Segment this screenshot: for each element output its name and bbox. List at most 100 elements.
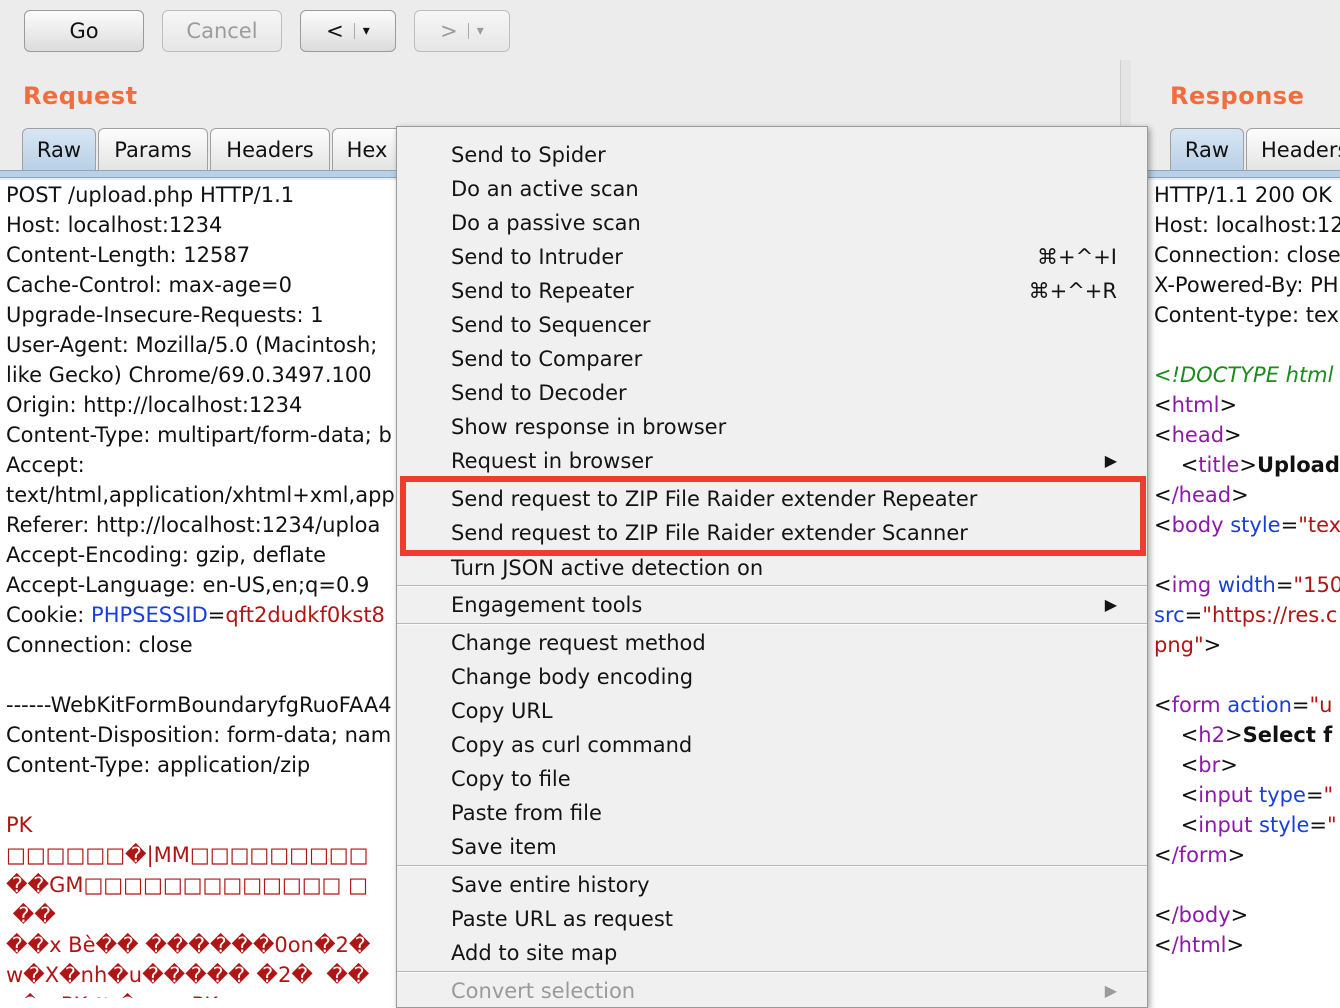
binary-line: � PK 𝕽 � PK [0,990,400,998]
menu-item-label: Paste from file [451,801,602,825]
input-tag: input [1198,783,1253,807]
menu-item-paste-from-file[interactable]: Paste from file [451,796,1117,830]
cookie-name: PHPSESSID [91,603,208,627]
menu-item-copy-as-curl[interactable]: Copy as curl command [451,728,1117,762]
menu-item-paste-url-as-request[interactable]: Paste URL as request [451,902,1117,936]
tab-request-hex[interactable]: Hex [332,128,402,170]
request-line: Accept-Language: en-US,en;q=0.9 [6,573,370,597]
html-line: <img width="150 [1148,570,1340,600]
attr-value: png" [1154,633,1204,657]
menu-item-label: Change request method [451,631,706,655]
cancel-button[interactable]: Cancel [162,10,282,52]
binary-line: ��GM□□□□□□□□□□□□□ □ [6,873,368,897]
request-line: Referer: http://localhost:1234/uploa [6,513,381,537]
back-dropdown-icon[interactable]: ▾ [353,23,370,39]
html-line: png"> [1154,633,1222,657]
attr-value: " [1323,783,1334,807]
html-line: src="https://res.c [1154,603,1338,627]
menu-item-zip-raider-scanner[interactable]: Send request to ZIP File Raider extender… [451,516,1117,550]
menu-item-add-to-site-map[interactable]: Add to site map [451,936,1117,970]
menu-item-request-in-browser[interactable]: Request in browser ▶ [451,444,1117,478]
menu-item-passive-scan[interactable]: Do a passive scan [451,206,1117,240]
menu-item-label: Add to site map [451,941,618,965]
request-line: Content-Type: application/zip [6,753,311,777]
go-button[interactable]: Go [24,10,144,52]
tab-request-params[interactable]: Params [98,128,208,170]
request-body[interactable]: POST /upload.php HTTP/1.1 Host: localhos… [0,180,400,998]
input-tag: input [1198,813,1253,837]
attr-value: " [1326,813,1337,837]
submenu-arrow-icon: ▶ [1104,981,1117,1000]
attr-name: type [1259,783,1306,807]
br-tag: br [1198,753,1221,777]
menu-item-send-to-intruder[interactable]: Send to Intruder ⌘+^+I [451,240,1117,274]
form-close-tag: /form [1171,843,1228,867]
menu-shortcut: ⌘+^+I [1037,245,1117,269]
h2-text: Select f [1242,723,1333,747]
cancel-label: Cancel [186,19,258,43]
binary-line: □□□□□□�|MM□□□□□□□□□ [6,843,369,867]
menu-item-label: Copy URL [451,699,553,723]
menu-item-change-body-encoding[interactable]: Change body encoding [451,660,1117,694]
response-body[interactable]: HTTP/1.1 200 OK Host: localhost:12 Conne… [1148,180,1340,998]
body-tag: body [1171,513,1224,537]
back-arrow-icon: < [326,19,344,43]
menu-item-zip-raider-repeater[interactable]: Send request to ZIP File Raider extender… [451,482,1117,516]
attr-value: "https://res.c [1202,603,1338,627]
menu-item-copy-url[interactable]: Copy URL [451,694,1117,728]
tab-response-headers[interactable]: Headers [1246,128,1340,170]
menu-item-label: Send request to ZIP File Raider extender… [451,487,978,511]
attr-name: width [1217,573,1276,597]
request-line: like Gecko) Chrome/69.0.3497.100 [6,363,372,387]
menu-item-change-request-method[interactable]: Change request method [451,626,1117,660]
menu-item-json-detection[interactable]: Turn JSON active detection on [451,551,1117,585]
menu-item-label: Save item [451,835,557,859]
menu-item-label: Change body encoding [451,665,694,689]
response-line: Host: localhost:12 [1154,213,1340,237]
menu-item-active-scan[interactable]: Do an active scan [451,172,1117,206]
context-menu: Send to Spider Do an active scan Do a pa… [396,126,1148,1008]
menu-item-copy-to-file[interactable]: Copy to file [451,762,1117,796]
menu-item-send-to-repeater[interactable]: Send to Repeater ⌘+^+R [451,274,1117,308]
menu-item-label: Engagement tools [451,593,643,617]
request-line: Upgrade-Insecure-Requests: 1 [6,303,324,327]
html-line: </form> [1154,843,1246,867]
forward-arrow-icon: > [440,19,458,43]
menu-item-save-entire-history[interactable]: Save entire history [451,868,1117,902]
menu-item-show-response-in-browser[interactable]: Show response in browser [451,410,1117,444]
menu-item-send-to-comparer[interactable]: Send to Comparer [451,342,1117,376]
forward-dropdown-icon[interactable]: ▾ [467,23,484,39]
attr-value: "tex [1298,513,1340,537]
tab-request-raw[interactable]: Raw [22,128,96,170]
request-line: Connection: close [6,633,193,657]
back-button[interactable]: < ▾ [300,10,396,52]
tab-request-headers[interactable]: Headers [210,128,330,170]
menu-item-send-to-sequencer[interactable]: Send to Sequencer [451,308,1117,342]
cookie-value: qft2dudkf0kst8 [225,603,385,627]
head-close-tag: /head [1171,483,1232,507]
menu-item-label: Do an active scan [451,177,639,201]
menu-item-convert-selection[interactable]: Convert selection ▶ [451,974,1117,1008]
html-line: </html> [1154,933,1245,957]
cookie-eq: = [207,603,226,627]
request-line: Host: localhost:1234 [6,213,223,237]
tab-response-raw[interactable]: Raw [1170,128,1244,170]
request-line: Content-Type: multipart/form-data; b [6,423,392,447]
menu-item-label: Request in browser [451,449,653,473]
menu-item-send-to-spider[interactable]: Send to Spider [451,138,1117,172]
menu-item-engagement-tools[interactable]: Engagement tools ▶ [451,588,1117,622]
attr-name: style [1259,813,1310,837]
menu-item-save-item[interactable]: Save item [451,830,1117,864]
body-close-tag: /body [1171,903,1231,927]
forward-button[interactable]: > ▾ [414,10,510,52]
menu-item-label: Convert selection [451,979,636,1003]
attr-value: "150 [1293,573,1340,597]
html-line: </head> [1154,483,1249,507]
html-line: <title>Upload [1154,453,1340,477]
img-tag: img [1171,573,1212,597]
menu-item-send-to-decoder[interactable]: Send to Decoder [451,376,1117,410]
html-line: <form action="u [1154,693,1333,717]
